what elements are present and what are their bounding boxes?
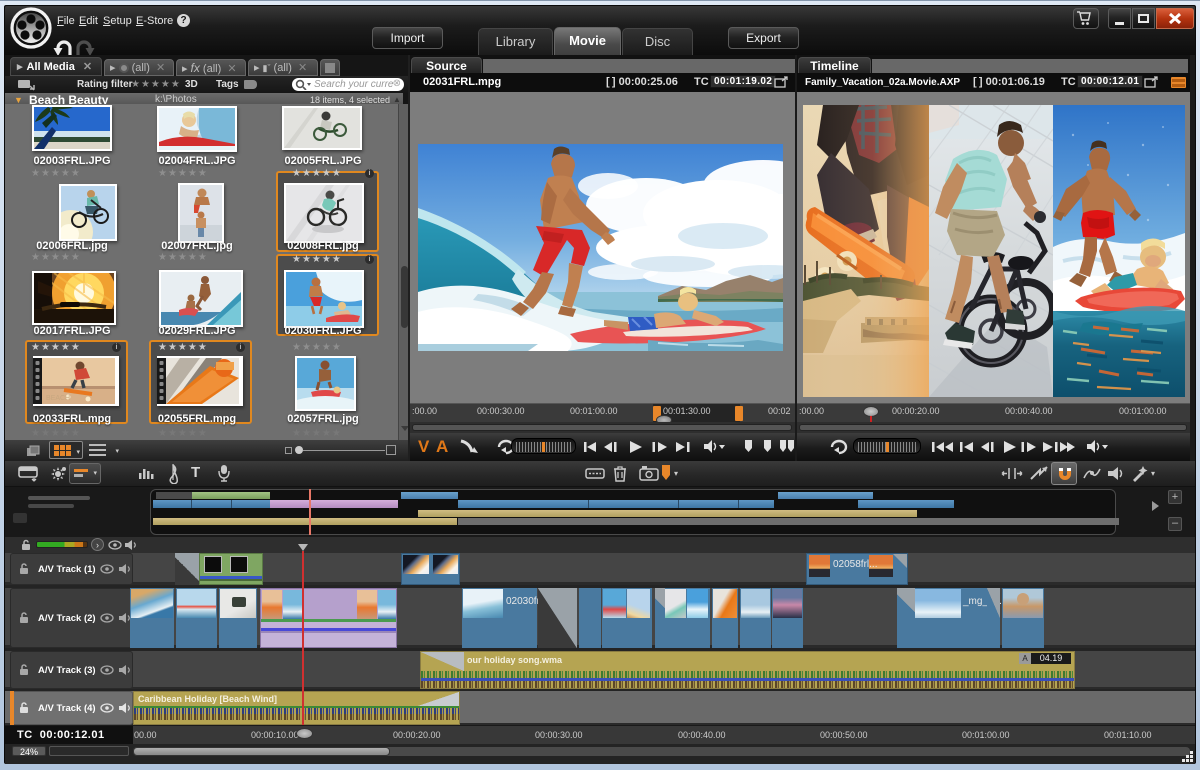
svg-text:BEACH: BEACH — [46, 395, 70, 402]
